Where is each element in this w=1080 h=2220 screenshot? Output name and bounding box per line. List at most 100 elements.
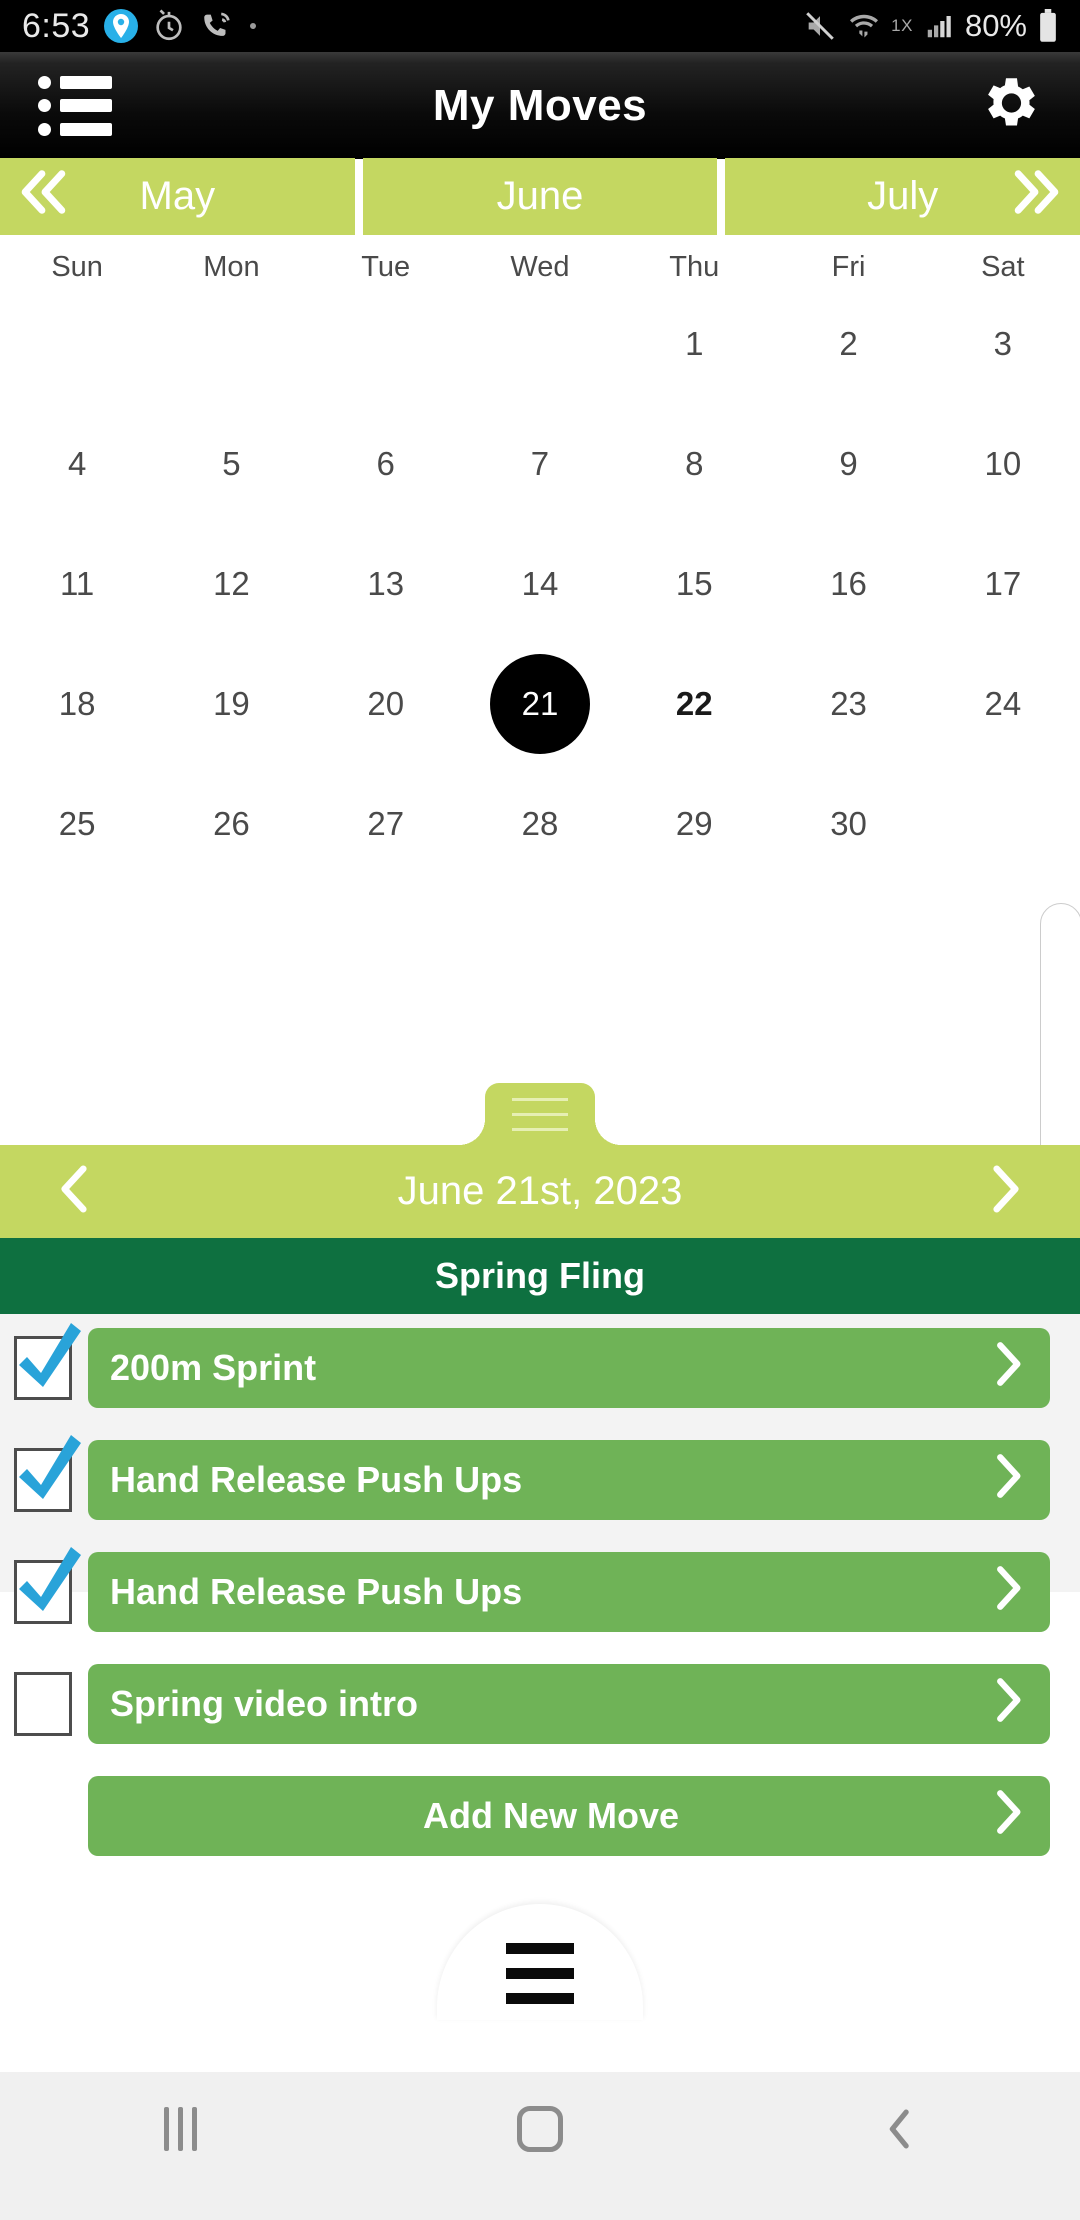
calendar-day[interactable]: 26	[154, 764, 308, 884]
chevron-right-icon	[992, 1675, 1024, 1734]
selected-date-label: June 21st, 2023	[397, 1169, 683, 1213]
back-icon[interactable]	[720, 2094, 1080, 2164]
calendar-day[interactable]: 22	[617, 644, 771, 764]
calendar-day[interactable]: 14	[463, 524, 617, 644]
status-time: 6:53	[22, 6, 91, 45]
calendar-day[interactable]: 4	[0, 404, 154, 524]
hamburger-menu-icon[interactable]	[437, 1904, 643, 2020]
wifi-icon	[848, 10, 880, 42]
move-label: Hand Release Push Ups	[110, 1571, 523, 1612]
calendar-day-number: 3	[993, 325, 1012, 362]
mute-icon	[803, 9, 837, 43]
move-checkbox-checked[interactable]	[14, 1435, 81, 1512]
checkmark-icon	[11, 1429, 83, 1512]
calendar-day[interactable]	[0, 284, 154, 404]
chevron-right-icon[interactable]	[984, 1161, 1028, 1222]
calendar-day[interactable]: 23	[771, 644, 925, 764]
calendar-day[interactable]: 30	[771, 764, 925, 884]
chevron-right-icon	[992, 1787, 1024, 1846]
month-tab-prev[interactable]: May	[0, 158, 355, 235]
calendar-day[interactable]: 3	[926, 284, 1080, 404]
gear-icon[interactable]	[976, 70, 1042, 141]
calendar-day-number	[181, 294, 281, 394]
calendar-day[interactable]: 6	[309, 404, 463, 524]
month-tab-current[interactable]: June	[362, 158, 718, 235]
calendar-day[interactable]: 27	[309, 764, 463, 884]
day-header: Tue	[361, 251, 411, 283]
calendar-day[interactable]: 15	[617, 524, 771, 644]
calendar-day[interactable]	[154, 284, 308, 404]
calendar-day[interactable]	[926, 764, 1080, 884]
app-root: 6:53 1X 80% My Moves May June July Sun M…	[0, 0, 1080, 2220]
calendar-day-number: 22	[675, 685, 713, 722]
calendar-day-number	[336, 294, 436, 394]
calendar-day-number: 1	[685, 325, 704, 362]
calendar-day[interactable]: 11	[0, 524, 154, 644]
calendar-day[interactable]: 5	[154, 404, 308, 524]
calendar-day-selected[interactable]: 21	[463, 644, 617, 764]
double-chevron-left-icon[interactable]	[14, 166, 76, 228]
home-icon[interactable]	[360, 2094, 720, 2164]
calendar-day-headers: Sun Mon Tue Wed Thu Fri Sat	[0, 243, 1080, 284]
calendar-day[interactable]: 16	[771, 524, 925, 644]
calendar-day[interactable]: 12	[154, 524, 308, 644]
calendar-day[interactable]: 7	[463, 404, 617, 524]
checkmark-icon	[11, 1541, 83, 1624]
day-header: Mon	[203, 251, 260, 283]
battery-percent-label: 80%	[964, 8, 1027, 43]
calendar-day-number: 12	[213, 565, 250, 602]
move-checkbox-checked[interactable]	[14, 1323, 81, 1400]
move-checkbox-unchecked[interactable]	[14, 1672, 72, 1736]
day-header: Wed	[510, 251, 570, 283]
list-item: Spring video intro	[0, 1664, 1080, 1744]
month-tab-label: July	[867, 174, 939, 218]
calendar-day[interactable]: 25	[0, 764, 154, 884]
move-button[interactable]: Hand Release Push Ups	[88, 1552, 1050, 1632]
calendar-day-number: 8	[685, 445, 704, 482]
calendar-day-number: 23	[830, 685, 867, 722]
calendar-day[interactable]	[309, 284, 463, 404]
move-label: 200m Sprint	[110, 1347, 317, 1388]
calendar-day[interactable]: 29	[617, 764, 771, 884]
move-label: Hand Release Push Ups	[110, 1459, 523, 1500]
alarm-icon	[152, 9, 186, 43]
calendar-day-number: 5	[222, 445, 241, 482]
day-header: Fri	[831, 251, 866, 283]
chevron-left-icon[interactable]	[52, 1161, 96, 1222]
month-tab-label: June	[496, 174, 584, 218]
calendar-day-number: 10	[984, 445, 1022, 482]
calendar-day-number: 25	[58, 805, 96, 842]
page-title: My Moves	[432, 80, 648, 130]
calendar-day[interactable]: 13	[309, 524, 463, 644]
calendar-day[interactable]: 28	[463, 764, 617, 884]
drag-handle-icon[interactable]	[459, 1083, 621, 1145]
calendar-day-number: 16	[830, 565, 867, 602]
calendar-day[interactable]: 20	[309, 644, 463, 764]
calendar-day[interactable]	[463, 284, 617, 404]
calendar-day[interactable]: 18	[0, 644, 154, 764]
calendar-day[interactable]: 17	[926, 524, 1080, 644]
moves-list: 200m Sprint Hand Release Push Ups Hand R…	[0, 1314, 1080, 1856]
add-new-move-button[interactable]: Add New Move	[88, 1776, 1050, 1856]
add-new-move-label: Add New Move	[422, 1795, 680, 1836]
calendar-day-number: 6	[376, 445, 395, 482]
move-checkbox-checked[interactable]	[14, 1547, 81, 1624]
bulleted-list-icon[interactable]	[38, 75, 112, 136]
calendar-day-number	[27, 294, 127, 394]
move-button[interactable]: 200m Sprint	[88, 1328, 1050, 1408]
double-chevron-right-icon[interactable]	[1004, 166, 1066, 228]
move-label: Spring video intro	[110, 1683, 419, 1724]
calendar-day[interactable]: 1	[617, 284, 771, 404]
move-button[interactable]: Hand Release Push Ups	[88, 1440, 1050, 1520]
calendar-day[interactable]: 8	[617, 404, 771, 524]
calendar-day-number: 11	[60, 565, 95, 602]
recents-icon[interactable]	[0, 2094, 360, 2164]
calendar-day[interactable]: 24	[926, 644, 1080, 764]
calendar-day[interactable]: 2	[771, 284, 925, 404]
move-button[interactable]: Spring video intro	[88, 1664, 1050, 1744]
calendar-day[interactable]: 10	[926, 404, 1080, 524]
month-tab-next[interactable]: July	[725, 158, 1080, 235]
calendar-day[interactable]: 19	[154, 644, 308, 764]
calendar-day-number: 26	[213, 805, 250, 842]
calendar-day[interactable]: 9	[771, 404, 925, 524]
